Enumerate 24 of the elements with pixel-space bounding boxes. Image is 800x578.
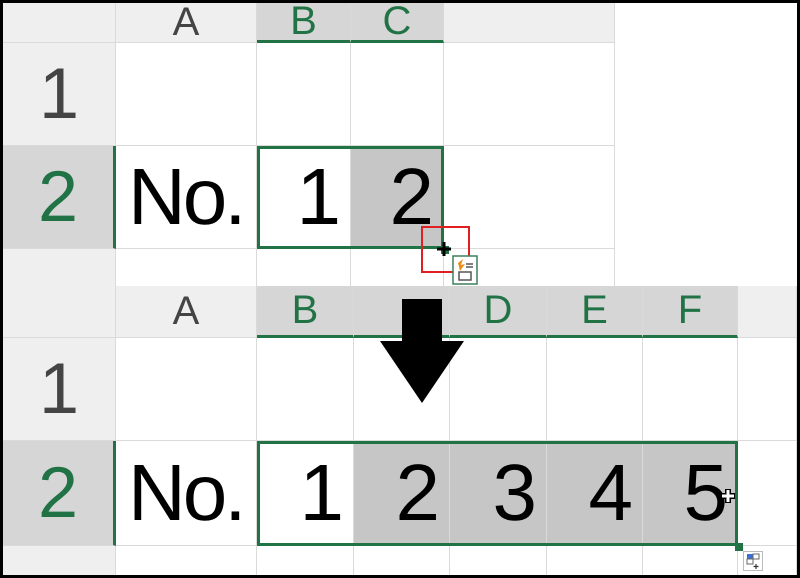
- row-header[interactable]: 2: [3, 441, 116, 546]
- column-header[interactable]: A: [116, 3, 257, 43]
- select-all-corner[interactable]: [3, 3, 116, 43]
- row-header[interactable]: 1: [3, 338, 116, 442]
- column-header[interactable]: F: [643, 286, 738, 338]
- column-header[interactable]: C: [351, 3, 444, 43]
- down-arrow-icon: [380, 299, 464, 403]
- column-header[interactable]: D: [450, 286, 547, 338]
- row-header[interactable]: 1: [3, 43, 116, 146]
- column-header[interactable]: B: [257, 286, 354, 338]
- crosshair-cursor-icon: [436, 241, 452, 257]
- column-header[interactable]: E: [547, 286, 643, 338]
- auto-fill-options-icon[interactable]: [743, 551, 763, 572]
- select-all-corner[interactable]: [3, 286, 116, 338]
- table-cell: No.: [116, 441, 257, 546]
- table-cell: 2: [351, 146, 444, 249]
- column-header[interactable]: B: [257, 3, 351, 43]
- row-header[interactable]: 2: [3, 146, 116, 249]
- column-header[interactable]: A: [116, 286, 257, 338]
- row-header[interactable]: [3, 546, 116, 575]
- fill-handle[interactable]: [735, 543, 743, 552]
- paste-options-icon[interactable]: [452, 255, 478, 285]
- table-cell: No.: [116, 146, 257, 249]
- row-header[interactable]: [3, 249, 116, 286]
